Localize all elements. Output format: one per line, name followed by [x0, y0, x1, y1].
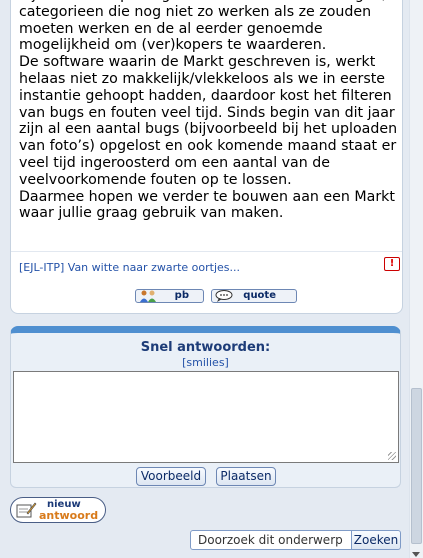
smilies-link[interactable]: [smilies]	[11, 356, 400, 369]
quote-button[interactable]: quote	[211, 289, 297, 303]
new-reply-button[interactable]: nieuw antwoord	[10, 497, 106, 523]
quick-reply-panel: Snel antwoorden: [smilies] Voorbeeld Pla…	[10, 326, 401, 488]
resize-grip-icon[interactable]	[388, 452, 396, 460]
vertical-scrollbar[interactable]	[409, 0, 423, 558]
signature-link[interactable]: [EJL-ITP] Van witte naar zwarte oortjes.…	[19, 261, 240, 274]
search-button[interactable]: Zoeken	[351, 530, 401, 550]
quick-reply-title: Snel antwoorden:	[140, 340, 271, 355]
new-reply-line2: antwoord	[39, 509, 99, 522]
signature-divider	[11, 251, 402, 252]
post-body: bijvoorbeeld op het gebied van rare fout…	[19, 0, 401, 222]
preview-button[interactable]: Voorbeeld	[136, 467, 206, 486]
post-paragraph: Daarmee hopen we verder te bouwen aan ee…	[19, 188, 395, 222]
post-reply-button[interactable]: Plaatsen	[216, 467, 276, 486]
pencil-icon	[15, 501, 37, 523]
pb-label: pb	[174, 290, 189, 301]
post-paragraph: bijvoorbeeld op het gebied van rare fout…	[19, 0, 386, 54]
post-paragraph: De software waarin de Markt geschreven i…	[19, 54, 398, 188]
quote-label: quote	[243, 290, 276, 301]
search-topic-input[interactable]: Doorzoek dit onderwerp	[190, 530, 352, 550]
reply-textarea[interactable]	[13, 371, 399, 463]
post-container: bijvoorbeeld op het gebied van rare fout…	[10, 0, 403, 314]
report-post-icon[interactable]: !	[384, 257, 400, 271]
scrollbar-thumb[interactable]	[411, 388, 422, 544]
pb-button[interactable]: pb	[135, 289, 204, 303]
scroll-down-arrow-icon[interactable]	[412, 552, 420, 557]
